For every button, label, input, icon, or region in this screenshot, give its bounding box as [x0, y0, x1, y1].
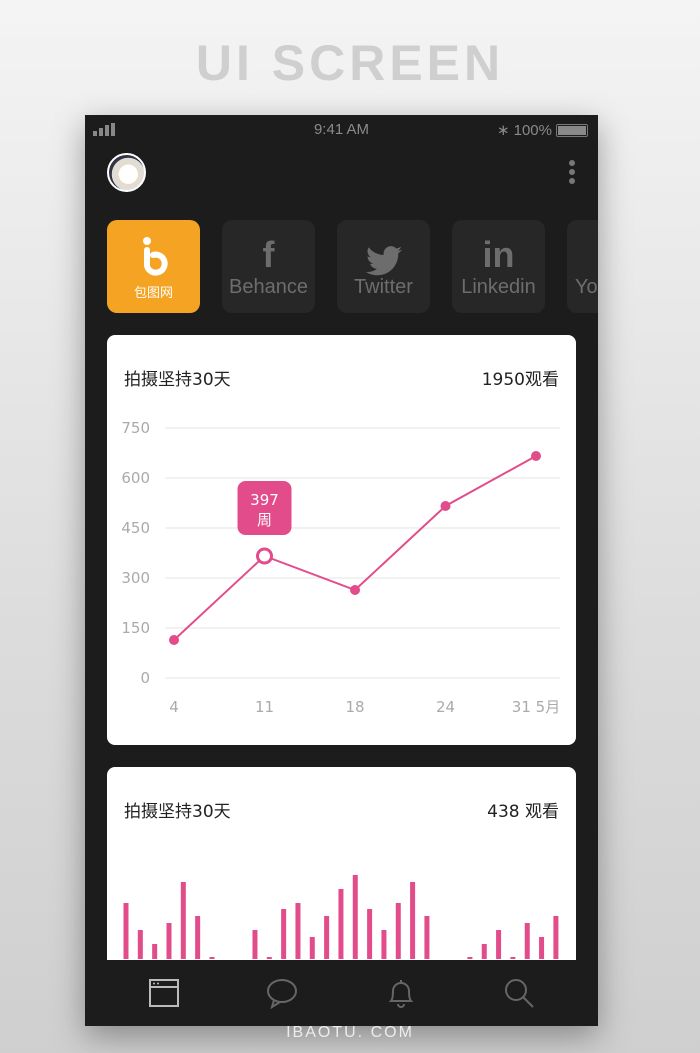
- page-title: UI SCREEN: [195, 35, 505, 91]
- avatar[interactable]: [107, 153, 146, 192]
- bar: [352, 875, 358, 959]
- tooltip-value: 397: [250, 491, 279, 509]
- browser-window-icon[interactable]: [148, 977, 180, 1009]
- bar: [324, 916, 330, 959]
- bar: [195, 916, 201, 959]
- y-tick-label: 150: [121, 619, 150, 637]
- x-tick-label: 31 5月: [512, 698, 560, 716]
- x-tick-label: 11: [255, 698, 274, 716]
- bar: [381, 930, 387, 959]
- platform-tabs: 包图网 fBehance Twitter inLinkedin You: [107, 220, 598, 313]
- line-chart: 0 150 300 450 600 750 4 11 18 24 31 5月 397 周: [121, 419, 560, 716]
- data-point: [531, 451, 541, 461]
- bell-icon[interactable]: [385, 977, 417, 1009]
- tab-label: Behance: [229, 276, 308, 298]
- series-line: [173, 455, 537, 641]
- search-icon[interactable]: [503, 977, 535, 1009]
- bar: [338, 889, 344, 959]
- bar: [252, 930, 258, 959]
- tab-label: Twitter: [354, 276, 413, 298]
- bar: [281, 909, 287, 959]
- bar: [510, 957, 516, 959]
- tab-label: You: [575, 276, 598, 298]
- bar: [152, 944, 158, 959]
- bar: [367, 909, 373, 959]
- baotu-logo-icon: [107, 220, 200, 276]
- bar: [467, 957, 473, 959]
- y-tick-label: 0: [140, 669, 150, 687]
- tab-baotu[interactable]: 包图网: [107, 220, 200, 313]
- tab-behance[interactable]: f Behance: [222, 220, 315, 313]
- bar: [123, 903, 129, 959]
- bar: [266, 957, 272, 959]
- more-options-icon[interactable]: [569, 160, 577, 187]
- bar-chart: [123, 875, 559, 959]
- facebook-f-icon: f: [262, 234, 275, 275]
- data-point: [350, 585, 360, 595]
- views-bar-card: 拍摄坚持30天 438 观看: [107, 767, 576, 967]
- phone-screen: 9:41 AM ∗ 100% 包图网 f Behance Twitter in Lin…: [85, 115, 598, 1026]
- footer-watermark: IBAOTU. COM: [286, 1024, 414, 1041]
- bar: [424, 916, 430, 959]
- bar: [166, 923, 172, 959]
- bar: [295, 903, 301, 959]
- battery-icon: [556, 123, 588, 137]
- y-tick-label: 450: [121, 519, 150, 537]
- data-point: [169, 635, 179, 645]
- bar: [309, 937, 315, 959]
- bar: [496, 930, 502, 959]
- bottom-nav: [85, 960, 598, 1026]
- bar: [137, 930, 143, 959]
- linkedin-icon: in: [482, 234, 515, 275]
- data-point-selected: [256, 547, 273, 565]
- bar: [481, 944, 487, 959]
- battery-text: 100%: [513, 121, 552, 139]
- y-tick-label: 300: [121, 569, 150, 587]
- bar: [524, 923, 530, 959]
- x-tick-label: 24: [436, 698, 455, 716]
- bar: [395, 903, 401, 959]
- tab-label: 包图网: [133, 285, 173, 300]
- bar: [180, 882, 186, 959]
- tab-twitter[interactable]: Twitter: [337, 220, 430, 313]
- bar: [410, 882, 416, 959]
- chat-bubble-icon[interactable]: [266, 977, 298, 1009]
- x-tick-label: 18: [345, 698, 364, 716]
- tab-linkedin[interactable]: in Linkedin: [452, 220, 545, 313]
- y-tick-label: 750: [121, 419, 150, 437]
- status-bar: 9:41 AM ∗ 100%: [85, 115, 598, 143]
- y-tick-label: 600: [121, 469, 150, 487]
- views-line-card: 拍摄坚持30天 1950观看 0 150 300 450 600 750 4 11 18 24 31…: [107, 335, 576, 745]
- x-tick-label: 4: [169, 698, 179, 716]
- tooltip-unit: 周: [257, 511, 272, 529]
- data-point: [440, 501, 451, 511]
- youtube-icon: [567, 220, 598, 276]
- bar: [539, 937, 545, 959]
- tab-label: Linkedin: [461, 276, 536, 298]
- tab-youtube[interactable]: You: [567, 220, 598, 313]
- twitter-bird-icon: [337, 220, 430, 276]
- bar: [209, 957, 215, 959]
- bluetooth-icon: ∗: [497, 122, 510, 139]
- bar: [553, 916, 559, 959]
